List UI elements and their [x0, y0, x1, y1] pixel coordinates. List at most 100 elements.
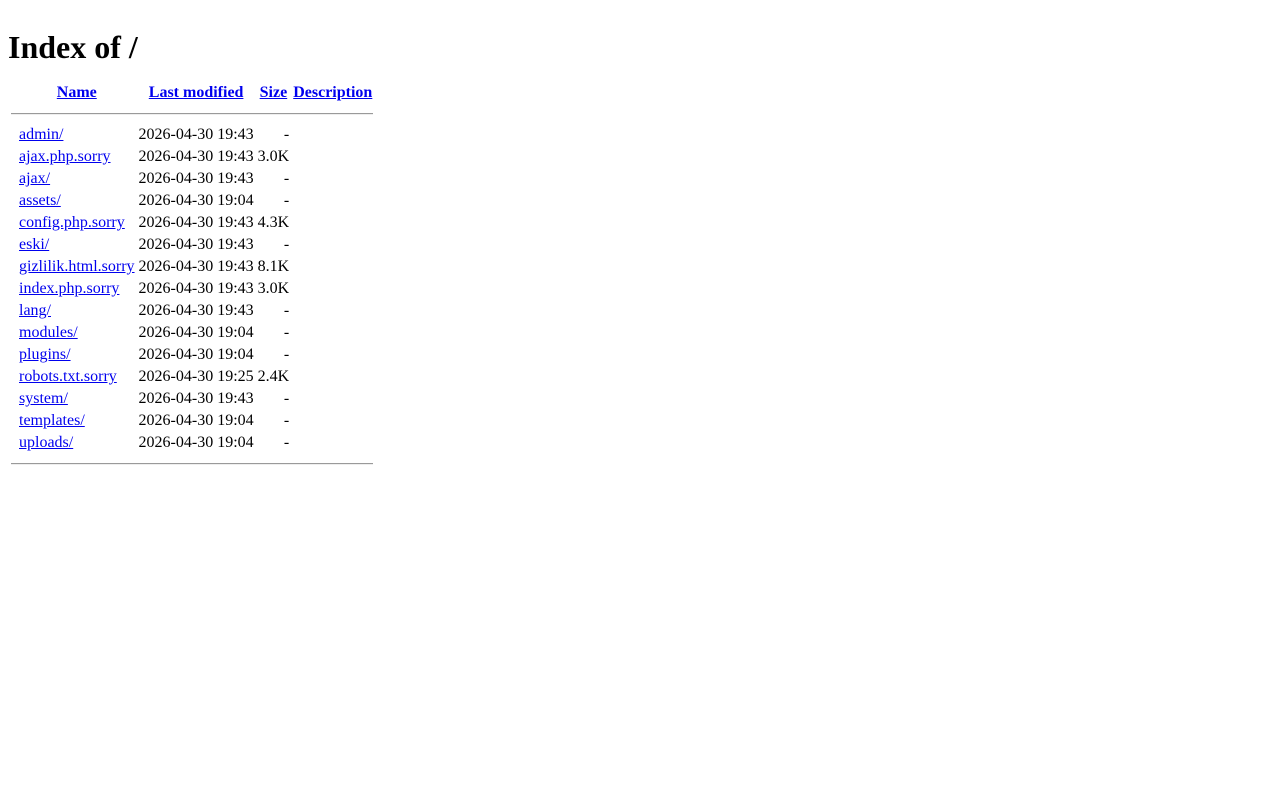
description-cell	[292, 389, 373, 409]
file-link[interactable]: gizlilik.html.sorry	[19, 258, 135, 275]
file-link[interactable]: index.php.sorry	[19, 280, 119, 297]
footer-separator-row	[11, 455, 374, 473]
file-name-cell: system/	[18, 389, 136, 409]
size-cell: -	[283, 346, 290, 363]
size-cell: 3.0K	[257, 280, 290, 297]
file-name-cell: plugins/	[18, 345, 136, 365]
file-name-cell: admin/	[18, 125, 136, 145]
size-cell: -	[283, 302, 290, 319]
last-modified-cell: 2026-04-30 19:43	[138, 390, 254, 407]
file-icon-cell	[11, 125, 16, 145]
description-cell	[292, 279, 373, 299]
file-icon-cell	[11, 301, 16, 321]
last-modified-cell: 2026-04-30 19:04	[138, 324, 254, 341]
size-cell: -	[283, 170, 290, 187]
size-cell: -	[283, 324, 290, 341]
file-name-cell: eski/	[18, 235, 136, 255]
file-link[interactable]: config.php.sorry	[19, 214, 125, 231]
table-header-row: Name Last modified Size Description	[11, 83, 373, 103]
file-icon-cell	[11, 279, 16, 299]
size-cell: -	[283, 390, 290, 407]
table-row: robots.txt.sorry 2026-04-30 19:25 2.4K	[11, 367, 373, 387]
file-name-cell: uploads/	[18, 433, 136, 453]
file-name-cell: robots.txt.sorry	[18, 367, 136, 387]
sort-by-size-link[interactable]: Size	[260, 84, 288, 101]
description-cell	[292, 323, 373, 343]
file-icon-cell	[11, 323, 16, 343]
file-icon-cell	[11, 411, 16, 431]
file-link[interactable]: robots.txt.sorry	[19, 368, 117, 385]
last-modified-cell: 2026-04-30 19:43	[138, 126, 254, 143]
horizontal-rule-bottom	[11, 463, 374, 465]
file-name-cell: modules/	[18, 323, 136, 343]
last-modified-cell: 2026-04-30 19:04	[138, 434, 254, 451]
table-row: modules/ 2026-04-30 19:04 -	[11, 323, 373, 343]
file-rows: admin/ 2026-04-30 19:43 - ajax.php.sorry…	[11, 125, 373, 453]
table-row: lang/ 2026-04-30 19:43 -	[11, 301, 373, 321]
last-modified-cell: 2026-04-30 19:43	[138, 280, 254, 297]
table-row: ajax/ 2026-04-30 19:43 -	[11, 169, 373, 189]
last-modified-cell: 2026-04-30 19:43	[138, 236, 254, 253]
size-cell: -	[283, 192, 290, 209]
file-link[interactable]: uploads/	[19, 434, 73, 451]
page-title: Index of /	[8, 29, 138, 65]
file-icon-cell	[11, 345, 16, 365]
file-link[interactable]: ajax.php.sorry	[19, 148, 111, 165]
table-row: plugins/ 2026-04-30 19:04 -	[11, 345, 373, 365]
description-cell	[292, 257, 373, 277]
sort-by-description-link[interactable]: Description	[293, 84, 372, 101]
file-link[interactable]: assets/	[19, 192, 61, 209]
horizontal-rule-top	[11, 113, 374, 115]
size-column-header: Size	[257, 83, 291, 103]
last-modified-cell: 2026-04-30 19:43	[138, 148, 254, 165]
table-row: index.php.sorry 2026-04-30 19:43 3.0K	[11, 279, 373, 299]
file-icon-cell	[11, 169, 16, 189]
file-link[interactable]: eski/	[19, 236, 49, 253]
size-cell: -	[283, 412, 290, 429]
icon-column-header	[11, 83, 16, 103]
file-icon-cell	[11, 147, 16, 167]
last-modified-cell: 2026-04-30 19:25	[138, 368, 254, 385]
description-cell	[292, 433, 373, 453]
name-column-header: Name	[18, 83, 136, 103]
file-link[interactable]: admin/	[19, 126, 63, 143]
table-row: ajax.php.sorry 2026-04-30 19:43 3.0K	[11, 147, 373, 167]
table-row: gizlilik.html.sorry 2026-04-30 19:43 8.1…	[11, 257, 373, 277]
size-cell: 3.0K	[257, 148, 290, 165]
last-modified-cell: 2026-04-30 19:43	[138, 214, 254, 231]
file-icon-cell	[11, 367, 16, 387]
file-table: Name Last modified Size Description admi…	[9, 81, 375, 475]
file-icon-cell	[11, 433, 16, 453]
file-link[interactable]: modules/	[19, 324, 78, 341]
file-name-cell: gizlilik.html.sorry	[18, 257, 136, 277]
last-modified-cell: 2026-04-30 19:04	[138, 346, 254, 363]
file-name-cell: assets/	[18, 191, 136, 211]
last-modified-cell: 2026-04-30 19:04	[138, 192, 254, 209]
file-link[interactable]: ajax/	[19, 170, 50, 187]
size-cell: -	[283, 434, 290, 451]
description-cell	[292, 345, 373, 365]
description-cell	[292, 169, 373, 189]
sort-by-name-link[interactable]: Name	[57, 84, 97, 101]
file-name-cell: ajax/	[18, 169, 136, 189]
header-separator-row	[11, 105, 374, 123]
file-icon-cell	[11, 257, 16, 277]
size-cell: 2.4K	[257, 368, 290, 385]
file-icon-cell	[11, 389, 16, 409]
table-row: system/ 2026-04-30 19:43 -	[11, 389, 373, 409]
file-link[interactable]: system/	[19, 390, 68, 407]
table-row: admin/ 2026-04-30 19:43 -	[11, 125, 373, 145]
file-link[interactable]: lang/	[19, 302, 51, 319]
size-cell: -	[283, 236, 290, 253]
description-cell	[292, 125, 373, 145]
file-icon-cell	[11, 235, 16, 255]
description-column-header: Description	[292, 83, 373, 103]
description-cell	[292, 301, 373, 321]
table-row: uploads/ 2026-04-30 19:04 -	[11, 433, 373, 453]
file-name-cell: lang/	[18, 301, 136, 321]
file-link[interactable]: templates/	[19, 412, 85, 429]
file-link[interactable]: plugins/	[19, 346, 71, 363]
file-icon-cell	[11, 191, 16, 211]
sort-by-last-modified-link[interactable]: Last modified	[149, 84, 244, 101]
last-modified-column-header: Last modified	[138, 83, 255, 103]
